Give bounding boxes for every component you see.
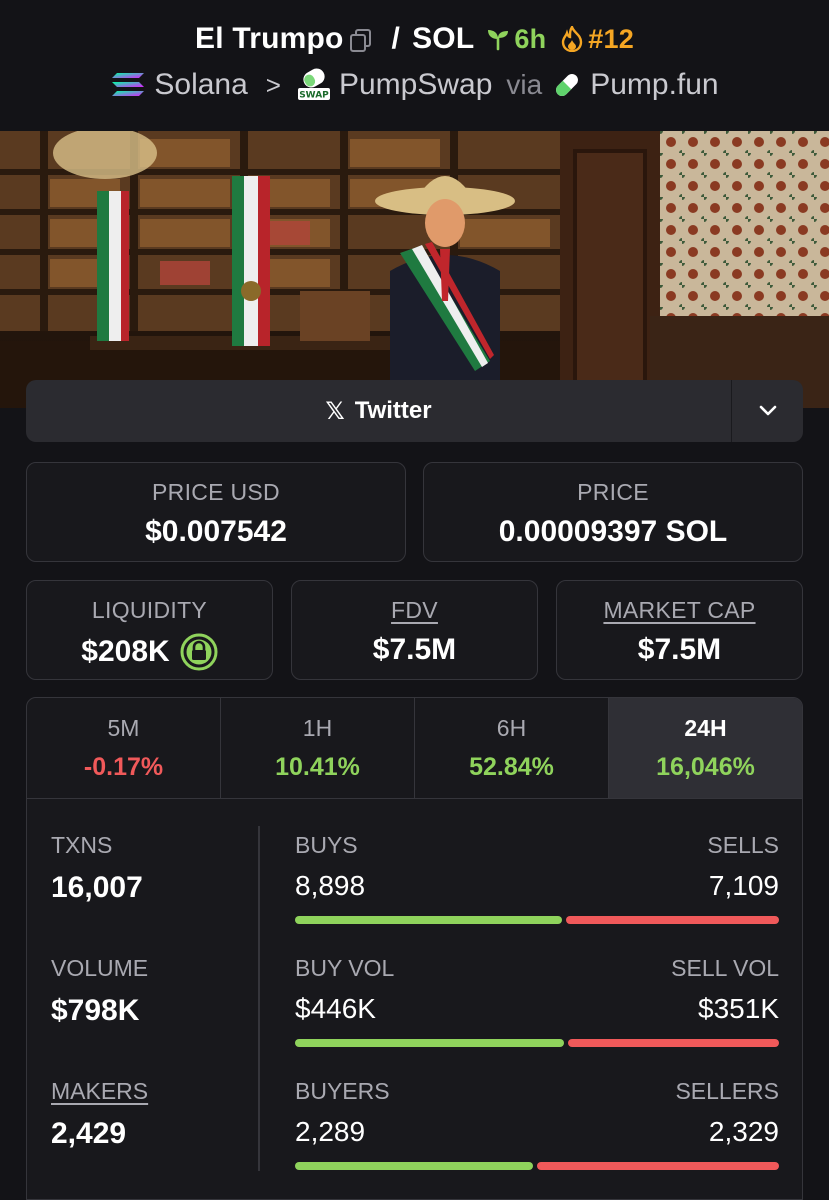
tab-change: 10.41% bbox=[275, 753, 360, 781]
tab-change: -0.17% bbox=[83, 753, 164, 781]
chevron-down-icon bbox=[759, 405, 776, 416]
liquidity-value: $208K bbox=[81, 635, 170, 668]
volume-bar bbox=[295, 1039, 779, 1047]
tab-label: 1H bbox=[302, 715, 333, 741]
buyers-label: BUYERS bbox=[295, 1078, 390, 1104]
lock-icon[interactable] bbox=[180, 633, 218, 671]
liquidity-card: LIQUIDITY $208K bbox=[26, 580, 273, 680]
tab-label: 6H bbox=[496, 715, 527, 741]
age-badge: 6h bbox=[486, 24, 546, 55]
sprout-icon bbox=[488, 30, 509, 51]
price-usd-label: PRICE USD bbox=[152, 479, 280, 505]
fdv-value: $7.5M bbox=[372, 633, 457, 666]
txns-metric: TXNS 16,007 bbox=[51, 832, 143, 905]
dex-link[interactable]: PumpSwap bbox=[339, 68, 492, 102]
timeframe-tabs: 5M -0.17% 1H 10.41% 6H 52.84% 24H 16,046… bbox=[27, 698, 802, 799]
pair-title: El Trumpo / SOL 6h #12 bbox=[0, 22, 829, 56]
solana-icon bbox=[110, 71, 146, 99]
sells-label: SELLS bbox=[707, 832, 779, 858]
pumpswap-icon-text: SWAP bbox=[299, 91, 329, 101]
pill-icon bbox=[552, 70, 582, 100]
flame-icon bbox=[562, 26, 583, 52]
social-links-bar: 𝕏 Twitter bbox=[26, 380, 803, 442]
sell-bar-segment bbox=[566, 916, 779, 924]
tab-1h[interactable]: 1H 10.41% bbox=[221, 698, 415, 798]
buy-vol-bar-segment bbox=[295, 1039, 564, 1047]
sellers-value: 2,329 bbox=[708, 1116, 779, 1147]
tab-label: 5M bbox=[107, 715, 140, 741]
x-logo-icon: 𝕏 bbox=[325, 397, 345, 425]
volume-value: $798K bbox=[51, 994, 140, 1027]
stats-panel: 5M -0.17% 1H 10.41% 6H 52.84% 24H 16,046… bbox=[26, 697, 803, 1200]
chevron-right-icon: > bbox=[265, 69, 281, 100]
sell-vol-value: $351K bbox=[698, 993, 779, 1024]
sellers-label: SELLERS bbox=[675, 1078, 779, 1104]
pumpswap-icon: SWAP bbox=[297, 68, 331, 102]
token-name: El Trumpo bbox=[195, 22, 344, 55]
txns-value: 16,007 bbox=[51, 871, 143, 904]
quote-symbol: SOL bbox=[412, 22, 475, 55]
buyers-value: 2,289 bbox=[295, 1116, 366, 1147]
rank-badge[interactable]: #12 bbox=[560, 24, 634, 55]
launchpad-link[interactable]: Pump.fun bbox=[590, 68, 718, 102]
breadcrumb: Solana > SWAP PumpSwap via Pump.fun bbox=[0, 68, 829, 102]
tab-change: 16,046% bbox=[656, 753, 755, 781]
sell-vol-bar-segment bbox=[568, 1039, 779, 1047]
sells-value: 7,109 bbox=[708, 870, 779, 901]
buy-vol-value: $446K bbox=[295, 993, 376, 1024]
makers-label[interactable]: MAKERS bbox=[51, 1078, 148, 1105]
stats-divider bbox=[258, 826, 260, 1171]
liquidity-label: LIQUIDITY bbox=[91, 597, 208, 623]
via-text: via bbox=[506, 69, 543, 100]
buyers-sellers-bar bbox=[295, 1162, 779, 1170]
age-value: 6h bbox=[514, 23, 547, 54]
tab-5m[interactable]: 5M -0.17% bbox=[27, 698, 221, 798]
sellers-bar-segment bbox=[537, 1162, 779, 1170]
fdv-card[interactable]: FDV $7.5M bbox=[291, 580, 538, 680]
market-cap-value: $7.5M bbox=[637, 633, 722, 666]
buys-label: BUYS bbox=[295, 832, 358, 858]
copy-icon[interactable] bbox=[349, 27, 372, 52]
buys-value: 8,898 bbox=[295, 870, 366, 901]
liquidity-value-row: $208K bbox=[27, 633, 272, 671]
market-cap-card[interactable]: MARKET CAP $7.5M bbox=[556, 580, 803, 680]
price-usd-card: PRICE USD $0.007542 bbox=[26, 462, 406, 562]
fdv-label[interactable]: FDV bbox=[292, 597, 537, 624]
price-usd-value: $0.007542 bbox=[145, 515, 287, 548]
price-sol-label: PRICE bbox=[577, 479, 649, 505]
token-header: El Trumpo / SOL 6h #12 Solana > SWAP Pum… bbox=[0, 0, 829, 131]
twitter-label: Twitter bbox=[354, 397, 432, 424]
expand-links-button[interactable] bbox=[731, 380, 803, 442]
sell-vol-label: SELL VOL bbox=[671, 955, 779, 981]
chain-link[interactable]: Solana bbox=[154, 68, 247, 102]
buys-sells-bar bbox=[295, 916, 779, 924]
makers-metric: MAKERS 2,429 bbox=[51, 1078, 148, 1151]
rank-value: #12 bbox=[588, 23, 634, 54]
volume-label: VOLUME bbox=[51, 955, 149, 981]
price-sol-card: PRICE 0.00009397 SOL bbox=[423, 462, 803, 562]
token-banner-image bbox=[0, 131, 829, 408]
tab-label: 24H bbox=[684, 715, 727, 741]
buy-bar-segment bbox=[295, 916, 562, 924]
makers-value: 2,429 bbox=[51, 1117, 127, 1150]
tab-6h[interactable]: 6H 52.84% bbox=[415, 698, 609, 798]
buyers-bar-segment bbox=[295, 1162, 533, 1170]
tab-change: 52.84% bbox=[469, 753, 554, 781]
market-cap-label[interactable]: MARKET CAP bbox=[557, 597, 802, 624]
buy-vol-label: BUY VOL bbox=[295, 955, 395, 981]
txns-label: TXNS bbox=[51, 832, 113, 858]
price-sol-value: 0.00009397 SOL bbox=[498, 515, 728, 548]
tab-24h[interactable]: 24H 16,046% bbox=[609, 698, 802, 798]
twitter-button[interactable]: 𝕏 Twitter bbox=[26, 380, 731, 442]
pair-separator: / bbox=[391, 22, 401, 55]
volume-metric: VOLUME $798K bbox=[51, 955, 148, 1028]
